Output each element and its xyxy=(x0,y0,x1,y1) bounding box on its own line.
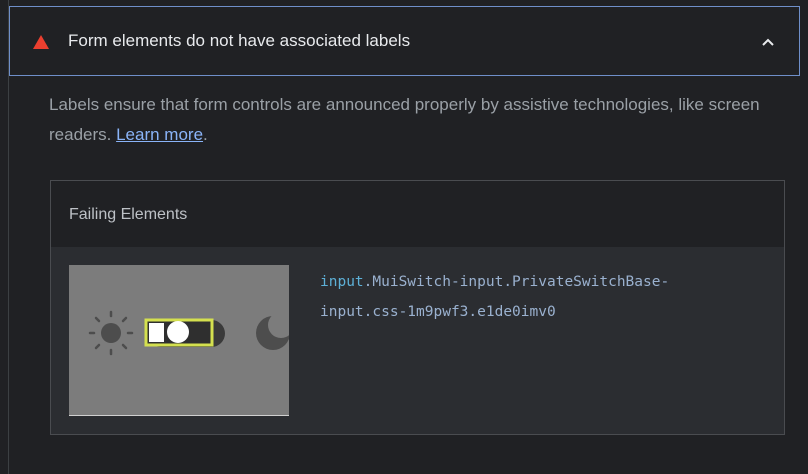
audit-title: Form elements do not have associated lab… xyxy=(68,31,411,50)
node-tag: input xyxy=(320,274,364,290)
description-end: . xyxy=(203,125,208,144)
moon-icon xyxy=(256,312,289,350)
audit-description: Labels ensure that form controls are ann… xyxy=(49,90,769,150)
fail-triangle-icon xyxy=(33,35,49,49)
node-selector-line2: input.css-1m9pwf3.e1de0imv0 xyxy=(320,304,556,320)
node-selector-line1: .MuiSwitch-input.PrivateSwitchBase- xyxy=(363,274,670,290)
table-row[interactable]: input.MuiSwitch-input.PrivateSwitchBase-… xyxy=(51,247,784,434)
audit-header[interactable]: Form elements do not have associated lab… xyxy=(9,6,800,76)
learn-more-link[interactable]: Learn more xyxy=(116,125,203,144)
sun-icon xyxy=(88,310,134,356)
switch-toggle xyxy=(144,318,225,347)
audit-panel: Form elements do not have associated lab… xyxy=(8,0,808,474)
table-header-label: Failing Elements xyxy=(69,206,188,223)
chevron-up-icon[interactable] xyxy=(759,33,777,51)
failing-elements-table: Failing Elements input.MuiSwitch-input.P… xyxy=(50,180,785,435)
table-header: Failing Elements xyxy=(51,181,784,247)
node-snippet[interactable]: input.MuiSwitch-input.PrivateSwitchBase-… xyxy=(320,267,669,327)
element-screenshot xyxy=(69,265,289,416)
